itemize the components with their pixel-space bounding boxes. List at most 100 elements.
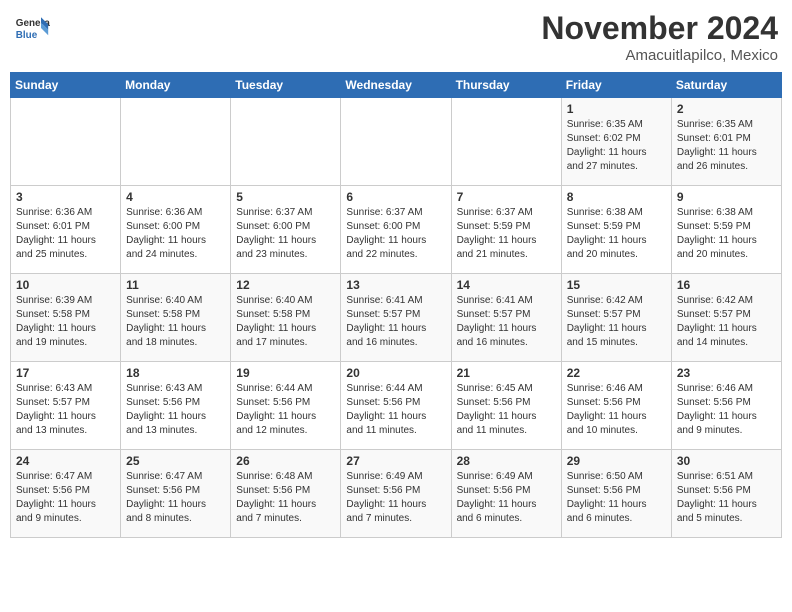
- calendar-cell: 11Sunrise: 6:40 AMSunset: 5:58 PMDayligh…: [121, 274, 231, 362]
- calendar-header-row: SundayMondayTuesdayWednesdayThursdayFrid…: [11, 73, 782, 98]
- calendar-cell: 16Sunrise: 6:42 AMSunset: 5:57 PMDayligh…: [671, 274, 781, 362]
- calendar-cell: 7 Sunrise: 6:37 AMSunset: 5:59 PMDaylight…: [451, 186, 561, 274]
- day-number: 8: [567, 190, 666, 204]
- calendar-table: SundayMondayTuesdayWednesdayThursdayFrid…: [10, 72, 782, 538]
- day-number: 29: [567, 454, 666, 468]
- calendar-cell: 29 Sunrise: 6:50 AMSunset: 5:56 PMDayligh…: [561, 450, 671, 538]
- calendar-week-row: 24 Sunrise: 6:47 AMSunset: 5:56 PMDayligh…: [11, 450, 782, 538]
- day-number: 6: [346, 190, 445, 204]
- calendar-cell: 18 Sunrise: 6:43 AMSunset: 5:56 PMDayligh…: [121, 362, 231, 450]
- day-info: Sunrise: 6:37 AMSunset: 6:00 PMDaylight:…: [236, 206, 335, 262]
- day-number: 11: [126, 278, 225, 292]
- weekday-header-thursday: Thursday: [451, 73, 561, 98]
- day-info: Sunrise: 6:42 AMSunset: 5:57 PMDaylight:…: [567, 294, 666, 350]
- calendar-cell: [11, 98, 121, 186]
- day-number: 5: [236, 190, 335, 204]
- day-number: 24: [16, 454, 115, 468]
- calendar-cell: 12 Sunrise: 6:40 AMSunset: 5:58 PMDayligh…: [231, 274, 341, 362]
- weekday-header-monday: Monday: [121, 73, 231, 98]
- day-info: Sunrise: 6:38 AMSunset: 5:59 PMDaylight:…: [677, 206, 776, 262]
- day-info: Sunrise: 6:41 AMSunset: 5:57 PMDaylight:…: [346, 294, 445, 350]
- day-info: Sunrise: 6:48 AMSunset: 5:56 PMDaylight:…: [236, 470, 335, 526]
- day-info: Sunrise: 6:40 AMSunset: 5:58 PMDaylight:…: [236, 294, 335, 350]
- calendar-cell: 22Sunrise: 6:46 AMSunset: 5:56 PMDayligh…: [561, 362, 671, 450]
- weekday-header-tuesday: Tuesday: [231, 73, 341, 98]
- calendar-cell: 2 Sunrise: 6:35 AMSunset: 6:01 PMDaylight…: [671, 98, 781, 186]
- calendar-cell: 6 Sunrise: 6:37 AMSunset: 6:00 PMDaylight…: [341, 186, 451, 274]
- day-number: 13: [346, 278, 445, 292]
- calendar-cell: 25 Sunrise: 6:47 AMSunset: 5:56 PMDayligh…: [121, 450, 231, 538]
- day-number: 2: [677, 102, 776, 116]
- day-info: Sunrise: 6:35 AMSunset: 6:01 PMDaylight:…: [677, 118, 776, 174]
- calendar-cell: [121, 98, 231, 186]
- day-info: Sunrise: 6:43 AMSunset: 5:57 PMDaylight:…: [16, 382, 115, 438]
- day-number: 9: [677, 190, 776, 204]
- day-info: Sunrise: 6:35 AMSunset: 6:02 PMDaylight:…: [567, 118, 666, 174]
- calendar-week-row: 3 Sunrise: 6:36 AMSunset: 6:01 PMDaylight…: [11, 186, 782, 274]
- calendar-week-row: 17Sunrise: 6:43 AMSunset: 5:57 PMDayligh…: [11, 362, 782, 450]
- day-info: Sunrise: 6:37 AMSunset: 5:59 PMDaylight:…: [457, 206, 556, 262]
- day-number: 15: [567, 278, 666, 292]
- day-number: 23: [677, 366, 776, 380]
- day-info: Sunrise: 6:41 AMSunset: 5:57 PMDaylight:…: [457, 294, 556, 350]
- month-title: November 2024: [541, 10, 778, 47]
- calendar-cell: [231, 98, 341, 186]
- day-number: 7: [457, 190, 556, 204]
- day-number: 21: [457, 366, 556, 380]
- calendar-cell: 17Sunrise: 6:43 AMSunset: 5:57 PMDayligh…: [11, 362, 121, 450]
- day-number: 26: [236, 454, 335, 468]
- day-number: 27: [346, 454, 445, 468]
- calendar-cell: 23 Sunrise: 6:46 AMSunset: 5:56 PMDayligh…: [671, 362, 781, 450]
- day-info: Sunrise: 6:39 AMSunset: 5:58 PMDaylight:…: [16, 294, 115, 350]
- calendar-cell: 20Sunrise: 6:44 AMSunset: 5:56 PMDayligh…: [341, 362, 451, 450]
- calendar-cell: 30Sunrise: 6:51 AMSunset: 5:56 PMDayligh…: [671, 450, 781, 538]
- weekday-header-wednesday: Wednesday: [341, 73, 451, 98]
- logo: General Blue: [14, 10, 50, 46]
- day-info: Sunrise: 6:38 AMSunset: 5:59 PMDaylight:…: [567, 206, 666, 262]
- day-info: Sunrise: 6:44 AMSunset: 5:56 PMDaylight:…: [236, 382, 335, 438]
- day-info: Sunrise: 6:47 AMSunset: 5:56 PMDaylight:…: [16, 470, 115, 526]
- weekday-header-sunday: Sunday: [11, 73, 121, 98]
- day-info: Sunrise: 6:46 AMSunset: 5:56 PMDaylight:…: [677, 382, 776, 438]
- day-info: Sunrise: 6:43 AMSunset: 5:56 PMDaylight:…: [126, 382, 225, 438]
- day-info: Sunrise: 6:49 AMSunset: 5:56 PMDaylight:…: [346, 470, 445, 526]
- day-number: 16: [677, 278, 776, 292]
- calendar-cell: 21 Sunrise: 6:45 AMSunset: 5:56 PMDayligh…: [451, 362, 561, 450]
- calendar-cell: 3 Sunrise: 6:36 AMSunset: 6:01 PMDaylight…: [11, 186, 121, 274]
- weekday-header-friday: Friday: [561, 73, 671, 98]
- calendar-cell: 8 Sunrise: 6:38 AMSunset: 5:59 PMDaylight…: [561, 186, 671, 274]
- calendar-cell: 19 Sunrise: 6:44 AMSunset: 5:56 PMDayligh…: [231, 362, 341, 450]
- day-number: 19: [236, 366, 335, 380]
- day-info: Sunrise: 6:50 AMSunset: 5:56 PMDaylight:…: [567, 470, 666, 526]
- calendar-cell: 4 Sunrise: 6:36 AMSunset: 6:00 PMDaylight…: [121, 186, 231, 274]
- calendar-cell: 10Sunrise: 6:39 AMSunset: 5:58 PMDayligh…: [11, 274, 121, 362]
- calendar-cell: 28Sunrise: 6:49 AMSunset: 5:56 PMDayligh…: [451, 450, 561, 538]
- day-number: 3: [16, 190, 115, 204]
- day-number: 12: [236, 278, 335, 292]
- day-info: Sunrise: 6:36 AMSunset: 6:00 PMDaylight:…: [126, 206, 225, 262]
- calendar-cell: 26 Sunrise: 6:48 AMSunset: 5:56 PMDayligh…: [231, 450, 341, 538]
- day-info: Sunrise: 6:44 AMSunset: 5:56 PMDaylight:…: [346, 382, 445, 438]
- day-number: 4: [126, 190, 225, 204]
- calendar-cell: 15 Sunrise: 6:42 AMSunset: 5:57 PMDayligh…: [561, 274, 671, 362]
- calendar-cell: 24 Sunrise: 6:47 AMSunset: 5:56 PMDayligh…: [11, 450, 121, 538]
- day-info: Sunrise: 6:37 AMSunset: 6:00 PMDaylight:…: [346, 206, 445, 262]
- calendar-cell: 1Sunrise: 6:35 AMSunset: 6:02 PMDaylight…: [561, 98, 671, 186]
- day-info: Sunrise: 6:47 AMSunset: 5:56 PMDaylight:…: [126, 470, 225, 526]
- calendar-week-row: 1Sunrise: 6:35 AMSunset: 6:02 PMDaylight…: [11, 98, 782, 186]
- logo-icon: General Blue: [14, 10, 50, 46]
- location: Amacuitlapilco, Mexico: [541, 47, 778, 64]
- day-number: 25: [126, 454, 225, 468]
- day-info: Sunrise: 6:36 AMSunset: 6:01 PMDaylight:…: [16, 206, 115, 262]
- day-number: 22: [567, 366, 666, 380]
- day-number: 14: [457, 278, 556, 292]
- calendar-body: 1Sunrise: 6:35 AMSunset: 6:02 PMDaylight…: [11, 98, 782, 538]
- day-number: 18: [126, 366, 225, 380]
- calendar-cell: 27 Sunrise: 6:49 AMSunset: 5:56 PMDayligh…: [341, 450, 451, 538]
- calendar-cell: 5 Sunrise: 6:37 AMSunset: 6:00 PMDaylight…: [231, 186, 341, 274]
- day-info: Sunrise: 6:51 AMSunset: 5:56 PMDaylight:…: [677, 470, 776, 526]
- calendar-cell: [341, 98, 451, 186]
- page-header: General Blue November 2024 Amacuitlapilc…: [10, 10, 782, 64]
- day-info: Sunrise: 6:45 AMSunset: 5:56 PMDaylight:…: [457, 382, 556, 438]
- calendar-cell: 14 Sunrise: 6:41 AMSunset: 5:57 PMDayligh…: [451, 274, 561, 362]
